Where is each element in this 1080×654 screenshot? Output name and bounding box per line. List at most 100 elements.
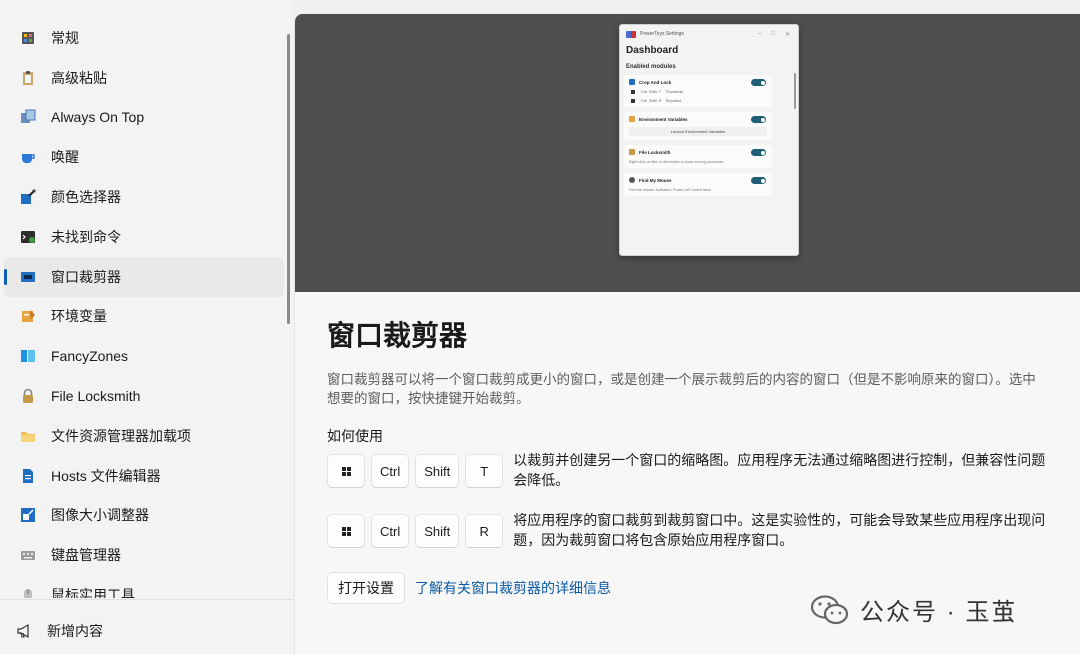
always-on-top-icon (20, 109, 36, 125)
general-settings-icon (20, 30, 36, 46)
sidebar: 常规 高级粘贴 Always On Top 唤醒 颜色选择器 未找到命令 窗口裁… (0, 0, 294, 654)
preview-launch-button: Launch Environment Variables (629, 127, 767, 136)
sidebar-item-command-not-found[interactable]: 未找到命令 (4, 217, 284, 257)
preview-key: Shift (649, 90, 657, 94)
keyboard-icon (20, 547, 36, 563)
preview-module-card: Crop And Lock Ctrl Shift T Thumbnail Ctr… (624, 75, 772, 107)
maximize-icon: □ (771, 30, 775, 37)
shortcut-description: 将应用程序的窗口裁剪到裁剪窗口中。这是实验性的，可能会导致某些应用程序出现问题，… (513, 512, 1046, 548)
sidebar-item-environment-variables[interactable]: 环境变量 (4, 297, 284, 337)
advanced-paste-icon (20, 70, 36, 86)
shortcut-row: Ctrl Shift R 将应用程序的窗口裁剪到裁剪窗口中。这是实验性的，可能会… (327, 512, 1057, 550)
minimize-icon: – (758, 30, 762, 37)
preview-key: T (658, 90, 662, 94)
preview-module-name: Crop And Lock (639, 79, 672, 85)
sidebar-item-label: 键盘管理器 (51, 547, 121, 564)
windows-key (327, 454, 365, 488)
environment-variables-icon (629, 116, 635, 122)
preview-module-name: Find My Mouse (639, 177, 672, 183)
preview-window-controls: – □ ✕ (758, 31, 798, 38)
windows-key (327, 514, 365, 548)
shortcut-keys: Ctrl Shift T (327, 454, 504, 488)
sidebar-item-file-explorer-addons[interactable]: 文件资源管理器加载项 (4, 416, 284, 456)
sidebar-item-mouse-utilities[interactable]: 鼠标实用工具 (4, 575, 284, 598)
windows-key-icon (631, 99, 635, 103)
preview-shortcut-row: Ctrl Shift R Reparent (629, 99, 767, 103)
sidebar-item-crop-and-lock[interactable]: 窗口裁剪器 (4, 256, 284, 297)
preview-module-card: Environment Variables Launch Environment… (624, 112, 772, 140)
preview-shortcut-row: Ctrl Shift T Thumbnail (629, 90, 767, 94)
sidebar-item-file-locksmith[interactable]: File Locksmith (4, 376, 284, 416)
windows-key-icon (631, 90, 635, 94)
sidebar-item-whats-new[interactable]: 新增内容 (4, 612, 103, 650)
sidebar-item-label: Always On Top (51, 109, 145, 126)
preview-module-toggle (751, 116, 766, 123)
hosts-file-icon (20, 468, 36, 484)
preview-module-card: File Locksmith Right-click on files or d… (624, 145, 772, 168)
preview-key: Ctrl (641, 99, 647, 103)
crop-and-lock-icon (629, 79, 635, 85)
sidebar-item-label: 图像大小调整器 (51, 507, 149, 524)
preview-section: Enabled modules (626, 64, 676, 70)
crop-and-lock-icon (20, 269, 36, 285)
sidebar-item-label: 高级粘贴 (51, 69, 107, 86)
awake-cup-icon (20, 149, 36, 165)
sidebar-item-label: 常规 (51, 29, 79, 46)
image-resizer-icon (20, 507, 36, 523)
preview-shortcut-desc: Reparent (665, 99, 682, 103)
module-content: 窗口裁剪器 窗口裁剪器可以将一个窗口裁剪成更小的窗口，或是创建一个展示裁剪后的内… (327, 318, 1057, 604)
color-picker-icon (20, 189, 36, 205)
sidebar-scrollbar[interactable] (287, 34, 290, 324)
sidebar-item-image-resizer[interactable]: 图像大小调整器 (4, 496, 284, 536)
sidebar-item-hosts-editor[interactable]: Hosts 文件编辑器 (4, 456, 284, 496)
how-to-use-heading: 如何使用 (327, 428, 383, 444)
sidebar-item-advanced-paste[interactable]: 高级粘贴 (4, 58, 284, 98)
learn-more-link[interactable]: 了解有关窗口裁剪器的详细信息 (415, 578, 611, 598)
sidebar-item-always-on-top[interactable]: Always On Top (4, 98, 284, 138)
preview-scrollbar (794, 73, 796, 109)
preview-module-name: Environment Variables (639, 116, 688, 122)
sidebar-item-label: 颜色选择器 (51, 189, 121, 206)
page-title: 窗口裁剪器 (327, 320, 468, 351)
file-locksmith-lock-icon (629, 149, 635, 155)
preview-key: Shift (649, 99, 657, 103)
shortcut-key: Ctrl (371, 514, 410, 548)
sidebar-item-awake[interactable]: 唤醒 (4, 137, 284, 177)
module-description: 窗口裁剪器可以将一个窗口裁剪成更小的窗口，或是创建一个展示裁剪后的内容的窗口（但… (327, 372, 1036, 406)
preview-module-toggle (751, 177, 766, 184)
sidebar-item-label: FancyZones (51, 348, 129, 365)
sidebar-item-label: 新增内容 (47, 623, 103, 639)
close-icon: ✕ (784, 31, 790, 38)
file-locksmith-lock-icon (20, 388, 36, 404)
preview-module-toggle (751, 79, 766, 86)
sidebar-divider (0, 599, 294, 600)
sidebar-item-label: 唤醒 (51, 149, 79, 166)
sidebar-nav: 常规 高级粘贴 Always On Top 唤醒 颜色选择器 未找到命令 窗口裁… (0, 18, 288, 598)
preview-module-desc: Right-click on files or directories to s… (629, 160, 724, 164)
windows-logo-icon (341, 526, 351, 536)
preview-titlebar: PowerToys Settings – □ ✕ (620, 25, 798, 43)
main-content: PowerToys Settings – □ ✕ Dashboard Enabled… (294, 14, 1080, 654)
sidebar-item-label: Hosts 文件编辑器 (51, 467, 161, 484)
shortcut-key: R (465, 514, 504, 548)
sidebar-item-label: 文件资源管理器加载项 (51, 427, 191, 444)
watermark-text: 公众号 · 玉茧 (860, 599, 1018, 626)
powertoys-preview-window: PowerToys Settings – □ ✕ Dashboard Enabled… (619, 24, 799, 256)
open-settings-button[interactable]: 打开设置 (327, 572, 405, 604)
environment-variables-icon (20, 308, 36, 324)
sidebar-item-label: File Locksmith (51, 388, 141, 405)
preview-heading: Dashboard (626, 45, 679, 56)
sidebar-item-keyboard-manager[interactable]: 键盘管理器 (4, 535, 284, 575)
shortcut-key: Shift (415, 454, 460, 488)
mouse-icon (20, 587, 36, 598)
preview-module-desc: Find the mouse: Activation: Press Left C… (629, 188, 712, 192)
sidebar-item-fancyzones[interactable]: FancyZones (4, 336, 284, 376)
wechat-logo-icon (810, 593, 850, 627)
shortcut-key: Shift (415, 514, 460, 548)
sidebar-item-general[interactable]: 常规 (4, 18, 284, 58)
preview-module-toggle (751, 149, 766, 156)
preview-key: R (658, 99, 662, 103)
sidebar-item-color-picker[interactable]: 颜色选择器 (4, 177, 284, 217)
preview-shortcut-desc: Thumbnail (665, 90, 684, 94)
hero-image: PowerToys Settings – □ ✕ Dashboard Enabled… (295, 14, 1080, 292)
